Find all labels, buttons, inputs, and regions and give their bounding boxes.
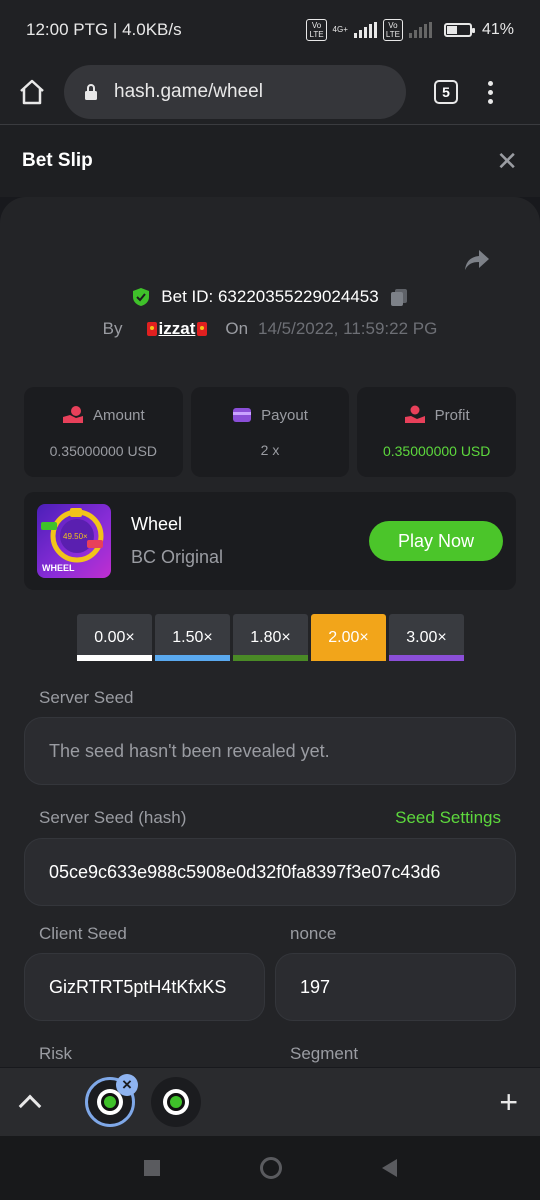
browser-menu-icon[interactable] xyxy=(488,80,493,104)
username-link[interactable]: izzat xyxy=(146,319,208,339)
multiplier-3[interactable]: 3.00× xyxy=(389,614,464,661)
username: izzat xyxy=(158,319,196,338)
shield-check-icon xyxy=(133,288,150,306)
copy-icon[interactable] xyxy=(389,287,409,307)
stat-profit: Profit 0.35000000 USD xyxy=(357,387,517,477)
browser-toolbar: hash.game/wheel 5 xyxy=(0,60,540,124)
battery-percent: 41% xyxy=(481,21,514,38)
bet-id: Bet ID: 63220355229024453 xyxy=(161,287,379,306)
status-icons: Vo LTE 4G+ Vo LTE 41% xyxy=(306,19,514,41)
multiplier-2-active[interactable]: 2.00× xyxy=(311,614,386,661)
bet-detail-card: Bet ID: 63220355229024453 By izzat On 14… xyxy=(0,197,540,1067)
stat-payout-value: 2 x xyxy=(260,442,280,458)
chevron-up-icon[interactable] xyxy=(18,1094,42,1118)
stat-amount-label: Amount xyxy=(92,406,145,424)
signal-icon-2 xyxy=(408,22,432,38)
bet-stats: Amount 0.35000000 USD Payout 2 x Profit … xyxy=(24,387,517,477)
volte-icon: Vo LTE xyxy=(306,19,327,41)
url-text: hash.game/wheel xyxy=(114,81,263,102)
server-seed-hash-field[interactable]: 05ce9c633e988c5908e0d32f0fa8397f3e07c43d… xyxy=(24,838,516,906)
bet-slip-header: Bet Slip ✕ xyxy=(0,125,540,197)
multiplier-tabs: 0.00× 1.50× 1.80× 2.00× 3.00× xyxy=(77,614,464,661)
thumb-label: WHEEL xyxy=(42,563,75,573)
multiplier-0[interactable]: 0.00× xyxy=(77,614,152,661)
multiplier-1-5[interactable]: 1.50× xyxy=(155,614,230,661)
stat-amount-value: 0.35000000 USD xyxy=(49,443,158,459)
tab-favicon[interactable] xyxy=(151,1077,201,1127)
game-name: Wheel xyxy=(131,514,183,534)
stat-amount: Amount 0.35000000 USD xyxy=(24,387,183,477)
browser-tab-strip: × + xyxy=(0,1068,540,1136)
home-nav-icon[interactable] xyxy=(259,1157,282,1179)
thumb-multiplier: 49.50× xyxy=(63,532,88,541)
by-label: By xyxy=(102,319,123,338)
bet-slip-title: Bet Slip xyxy=(22,150,93,171)
bet-id-row: Bet ID: 63220355229024453 xyxy=(0,287,540,307)
nonce-field[interactable]: 197 xyxy=(275,953,516,1021)
server-seed-field: The seed hasn't been revealed yet. xyxy=(24,717,516,785)
client-seed-label: Client Seed xyxy=(39,924,127,943)
segment-label: Segment xyxy=(290,1044,359,1063)
seed-settings-link[interactable]: Seed Settings xyxy=(395,808,501,828)
bet-datetime: 14/5/2022, 11:59:22 PG xyxy=(258,319,438,338)
bet-owner-row: By izzat On 14/5/2022, 11:59:22 PG xyxy=(0,319,540,339)
game-provider: BC Original xyxy=(131,547,224,567)
server-seed-label: Server Seed xyxy=(39,688,134,707)
hand-coin-icon xyxy=(404,405,425,423)
play-now-button[interactable]: Play Now xyxy=(369,521,503,561)
flag-icon xyxy=(197,322,208,336)
status-time: 12:00 PTG | 4.0KB/s xyxy=(26,20,182,39)
stat-profit-label: Profit xyxy=(434,406,470,424)
back-icon[interactable] xyxy=(381,1159,397,1177)
flag-icon xyxy=(146,322,157,336)
stat-profit-value: 0.35000000 USD xyxy=(382,443,491,459)
system-nav-bar xyxy=(0,1136,540,1200)
status-bar: 12:00 PTG | 4.0KB/s Vo LTE 4G+ Vo LTE 41% xyxy=(0,0,540,60)
game-info: Wheel BC Original xyxy=(131,514,223,568)
recents-icon[interactable] xyxy=(143,1160,160,1176)
signal-icon xyxy=(353,22,377,38)
wallet-icon xyxy=(233,408,252,422)
stat-payout-label: Payout xyxy=(261,406,308,424)
new-tab-plus-icon[interactable]: + xyxy=(499,1086,518,1118)
risk-label: Risk xyxy=(39,1044,73,1063)
game-row: 49.50× WHEEL Wheel BC Original Play Now xyxy=(24,492,516,590)
volte-icon-2: Vo LTE xyxy=(382,19,403,41)
close-icon[interactable]: ✕ xyxy=(496,148,518,174)
stat-payout: Payout 2 x xyxy=(190,387,350,477)
multiplier-1-8[interactable]: 1.80× xyxy=(233,614,308,661)
client-seed-field[interactable]: GizRTRT5ptH4tKfxKS xyxy=(24,953,265,1021)
battery-icon xyxy=(443,23,475,37)
close-tab-icon[interactable]: × xyxy=(116,1074,138,1096)
share-icon[interactable] xyxy=(464,249,490,271)
coins-icon xyxy=(62,406,83,423)
address-bar[interactable]: hash.game/wheel xyxy=(64,65,406,119)
server-seed-hash-label: Server Seed (hash) xyxy=(39,808,187,827)
nonce-label: nonce xyxy=(290,924,337,943)
wheel-game-thumbnail[interactable]: 49.50× WHEEL xyxy=(37,504,111,578)
lock-icon xyxy=(85,84,97,100)
on-label: On xyxy=(225,319,249,338)
home-icon[interactable] xyxy=(18,78,46,106)
tab-switcher-button[interactable]: 5 xyxy=(434,80,458,104)
site-favicon-icon xyxy=(163,1089,189,1115)
network-type: 4G+ xyxy=(332,25,348,34)
